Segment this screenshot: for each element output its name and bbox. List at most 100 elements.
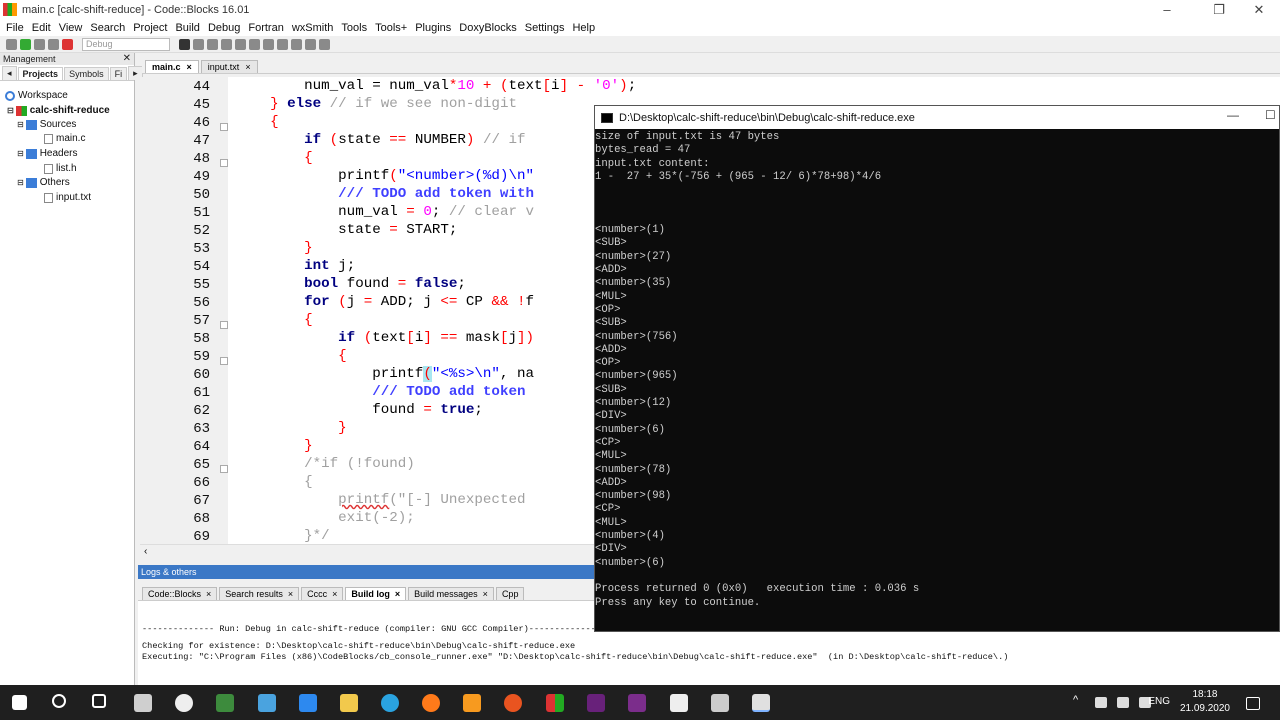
- tab-codeblocks-log[interactable]: Code::Blocks ×: [142, 587, 218, 600]
- tab-close-icon[interactable]: ×: [245, 62, 250, 72]
- next-instruction-icon[interactable]: [249, 38, 260, 50]
- fold-marker[interactable]: [220, 465, 228, 473]
- tree-sources[interactable]: ⊟ Sources: [17, 119, 76, 130]
- tab-close-icon[interactable]: ×: [187, 62, 192, 72]
- tab-scroll-left[interactable]: ◂: [2, 66, 17, 80]
- chevron-up-icon[interactable]: ^: [1073, 694, 1078, 706]
- notifications-icon[interactable]: [1246, 697, 1260, 710]
- menu-project[interactable]: Project: [129, 22, 171, 34]
- menu-settings[interactable]: Settings: [521, 22, 569, 34]
- rebuild-icon[interactable]: [48, 38, 59, 50]
- tab-projects[interactable]: Projects: [17, 67, 64, 80]
- run-to-cursor-icon[interactable]: [193, 38, 204, 50]
- tree-headers[interactable]: ⊟ Headers: [17, 148, 78, 159]
- step-instruction-icon[interactable]: [263, 38, 274, 50]
- various-info-icon[interactable]: [319, 38, 330, 50]
- task-view-icon[interactable]: [92, 694, 106, 708]
- tab-close-icon[interactable]: ×: [483, 589, 488, 599]
- app-taskbar-icon[interactable]: [134, 694, 152, 712]
- network-icon[interactable]: [1117, 697, 1129, 708]
- collapse-icon[interactable]: ⊟: [17, 178, 24, 187]
- fold-marker[interactable]: [220, 123, 228, 131]
- app-taskbar-icon[interactable]: [628, 694, 646, 712]
- sublime-text-icon[interactable]: [463, 694, 481, 712]
- app-taskbar-icon[interactable]: [258, 694, 276, 712]
- codeblocks-icon[interactable]: [546, 694, 564, 712]
- telegram-icon[interactable]: [381, 694, 399, 712]
- tab-close-icon[interactable]: ×: [288, 589, 293, 599]
- debug-start-icon[interactable]: [179, 38, 190, 50]
- fold-marker[interactable]: [220, 321, 228, 329]
- firefox-icon[interactable]: [422, 694, 440, 712]
- tab-symbols[interactable]: Symbols: [64, 67, 109, 80]
- tree-project[interactable]: ⊟ calc-shift-reduce: [7, 105, 110, 116]
- tab-build-log[interactable]: Build log ×: [345, 587, 407, 600]
- menu-tools[interactable]: Tools: [337, 22, 371, 34]
- menu-fortran[interactable]: Fortran: [244, 22, 287, 34]
- collapse-icon[interactable]: ⊟: [17, 149, 24, 158]
- language-indicator[interactable]: ENG: [1148, 696, 1170, 707]
- menu-edit[interactable]: Edit: [28, 22, 55, 34]
- tab-cpp[interactable]: Cpp: [495, 587, 525, 600]
- fold-marker[interactable]: [220, 357, 228, 365]
- stop-icon[interactable]: [291, 38, 302, 50]
- maximize-button[interactable]: ❐: [1200, 0, 1238, 19]
- menu-debug[interactable]: Debug: [204, 22, 244, 34]
- tab-input-txt[interactable]: input.txt ×: [200, 60, 258, 73]
- console-taskbar-icon[interactable]: [752, 694, 770, 712]
- tree-file-main-c[interactable]: main.c: [44, 133, 85, 144]
- menu-search[interactable]: Search: [86, 22, 129, 34]
- menu-tools-plus[interactable]: Tools+: [371, 22, 411, 34]
- windows-start-icon[interactable]: [12, 695, 27, 710]
- tab-cccc[interactable]: Cccc ×: [301, 587, 344, 600]
- file-explorer-icon[interactable]: [340, 694, 358, 712]
- minimize-button[interactable]: –: [1148, 0, 1186, 19]
- management-close-button[interactable]: ✕: [123, 53, 131, 65]
- menu-doxyblocks[interactable]: DoxyBlocks: [455, 22, 520, 34]
- step-into-icon[interactable]: [221, 38, 232, 50]
- collapse-icon[interactable]: ⊟: [17, 120, 24, 129]
- tab-main-c[interactable]: main.c ×: [145, 60, 199, 73]
- app-taskbar-icon[interactable]: [711, 694, 729, 712]
- tab-close-icon[interactable]: ×: [206, 589, 211, 599]
- editor-horizontal-scrollbar[interactable]: ‹: [140, 544, 595, 560]
- run-icon[interactable]: [20, 38, 31, 50]
- visual-studio-icon[interactable]: [587, 694, 605, 712]
- tree-workspace[interactable]: Workspace: [5, 90, 68, 101]
- tree-file-list-h[interactable]: list.h: [44, 163, 77, 174]
- pause-icon[interactable]: [277, 38, 288, 50]
- fold-marker[interactable]: [220, 159, 228, 167]
- app-taskbar-icon[interactable]: [299, 694, 317, 712]
- abort-icon[interactable]: [62, 38, 73, 50]
- close-button[interactable]: ✕: [1240, 0, 1278, 19]
- clock[interactable]: 18:18 21.09.2020: [1180, 688, 1230, 716]
- battery-icon[interactable]: [1095, 697, 1107, 708]
- console-window[interactable]: D:\Desktop\calc-shift-reduce\bin\Debug\c…: [594, 105, 1280, 632]
- build-target-select[interactable]: Debug: [82, 37, 170, 51]
- menu-view[interactable]: View: [55, 22, 87, 34]
- settings-gear-icon[interactable]: [175, 694, 193, 712]
- tree-file-input-txt[interactable]: input.txt: [44, 192, 91, 203]
- collapse-icon[interactable]: ⊟: [7, 106, 14, 115]
- menu-file[interactable]: File: [2, 22, 28, 34]
- tree-others[interactable]: ⊟ Others: [17, 177, 70, 188]
- menu-plugins[interactable]: Plugins: [411, 22, 455, 34]
- tab-search-results[interactable]: Search results ×: [219, 587, 300, 600]
- next-line-icon[interactable]: [207, 38, 218, 50]
- scroll-left-arrow-icon[interactable]: ‹: [144, 546, 147, 557]
- console-minimize-button[interactable]: —: [1227, 108, 1239, 122]
- tab-close-icon[interactable]: ×: [332, 589, 337, 599]
- console-maximize-button[interactable]: ☐: [1265, 108, 1276, 122]
- app-taskbar-icon[interactable]: [216, 694, 234, 712]
- step-out-icon[interactable]: [235, 38, 246, 50]
- tab-files[interactable]: Fi: [109, 67, 128, 80]
- gear-icon[interactable]: [6, 38, 17, 50]
- menu-wxsmith[interactable]: wxSmith: [288, 22, 338, 34]
- tab-close-icon[interactable]: ×: [395, 589, 400, 599]
- notepad-icon[interactable]: [670, 694, 688, 712]
- menu-build[interactable]: Build: [171, 22, 203, 34]
- ubuntu-icon[interactable]: [504, 694, 522, 712]
- build-run-icon[interactable]: [34, 38, 45, 50]
- tab-build-messages[interactable]: Build messages ×: [408, 587, 494, 600]
- search-icon[interactable]: [52, 694, 66, 708]
